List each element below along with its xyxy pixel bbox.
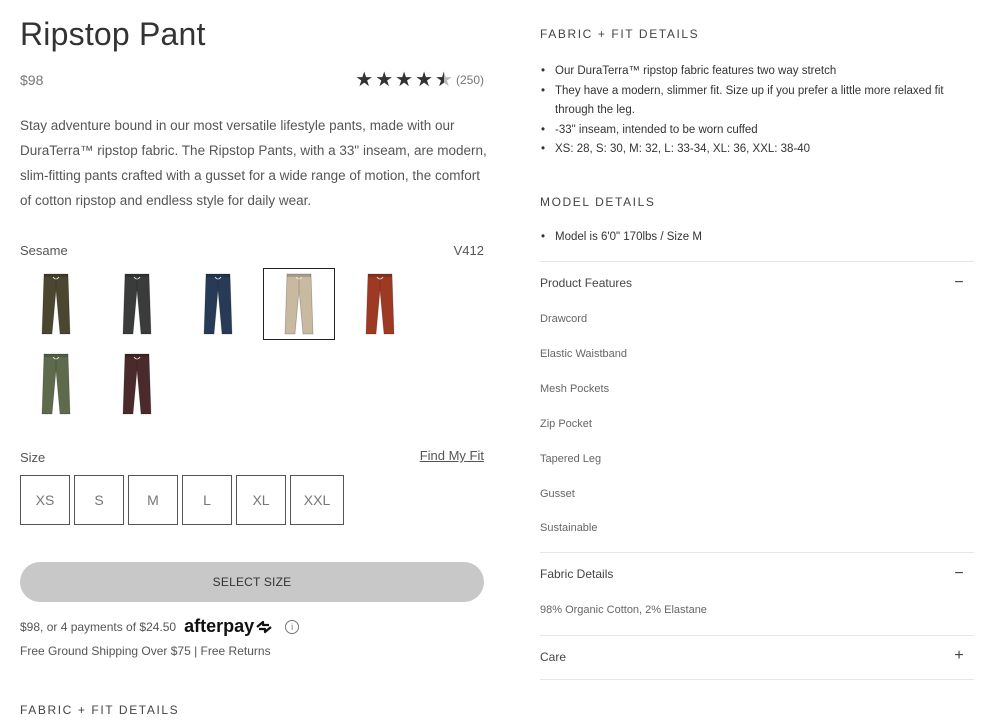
color-swatch-camo[interactable] — [20, 348, 92, 420]
rating-count[interactable]: (250) — [456, 73, 484, 87]
pant-icon — [122, 273, 152, 335]
fabric-details-content: 98% Organic Cotton, 2% Elastane — [540, 604, 707, 616]
size-option-xs[interactable]: XS — [20, 475, 70, 525]
selected-color-label: Sesame — [20, 243, 68, 258]
find-my-fit-link[interactable]: Find My Fit — [420, 448, 484, 463]
pant-icon — [41, 273, 71, 335]
color-swatch-charcoal[interactable] — [101, 268, 173, 340]
divider — [540, 261, 974, 262]
color-swatch-navy[interactable] — [182, 268, 254, 340]
afterpay-logo-text: afterpay — [184, 616, 255, 636]
feature-item: Gusset — [540, 488, 575, 500]
afterpay-arrows-icon — [256, 620, 272, 633]
pant-icon — [203, 273, 233, 335]
collapse-icon[interactable]: − — [952, 565, 966, 583]
size-option-m[interactable]: M — [128, 475, 178, 525]
star-icon: ★ — [415, 69, 434, 91]
afterpay-logo[interactable]: afterpay — [184, 616, 273, 637]
expand-icon[interactable]: + — [952, 647, 966, 665]
pant-icon — [365, 273, 395, 335]
color-swatch-burgundy[interactable] — [101, 348, 173, 420]
feature-item: Sustainable — [540, 522, 598, 534]
divider — [540, 552, 974, 553]
model-details-list: Model is 6'0" 170lbs / Size M — [540, 228, 960, 248]
star-icon: ★ — [375, 69, 394, 91]
size-label: Size — [20, 450, 46, 465]
care-toggle[interactable]: Care — [540, 650, 566, 664]
product-price: $98 — [20, 72, 44, 88]
pant-icon — [284, 273, 314, 335]
divider — [540, 679, 974, 680]
size-option-xxl[interactable]: XXL — [290, 475, 344, 525]
fabric-fit-list: Our DuraTerra™ ripstop fabric features t… — [540, 62, 960, 160]
afterpay-text: $98, or 4 payments of $24.50 — [20, 619, 177, 634]
fabric-fit-bullet: -33" inseam, intended to be worn cuffed — [540, 121, 960, 141]
pant-icon — [122, 353, 152, 415]
pant-icon — [41, 353, 71, 415]
rating[interactable]: ★ ★ ★ ★ ★★ (250) — [355, 70, 484, 90]
info-icon[interactable]: i — [285, 619, 300, 634]
feature-item: Zip Pocket — [540, 418, 592, 430]
afterpay-line: $98, or 4 payments of $24.50 afterpay i — [20, 616, 300, 637]
fabric-fit-heading: FABRIC + FIT DETAILS — [540, 27, 700, 41]
size-selector: XS S M L XL XXL — [20, 475, 344, 525]
feature-item: Tapered Leg — [540, 453, 602, 465]
fabric-details-toggle[interactable]: Fabric Details — [540, 567, 613, 581]
feature-item: Drawcord — [540, 313, 588, 325]
product-description: Stay adventure bound in our most versati… — [20, 118, 487, 208]
fabric-fit-heading-left: FABRIC + FIT DETAILS — [20, 703, 180, 717]
feature-item: Mesh Pockets — [540, 383, 610, 395]
color-swatch-olive[interactable] — [20, 268, 92, 340]
size-option-l[interactable]: L — [182, 475, 232, 525]
collapse-icon[interactable]: − — [952, 274, 966, 292]
sku-code: V412 — [453, 243, 484, 258]
product-features-toggle[interactable]: Product Features — [540, 276, 632, 290]
star-icon: ★ — [395, 69, 414, 91]
star-icon: ★ — [355, 69, 374, 91]
half-star-icon: ★★ — [435, 69, 453, 91]
fabric-fit-bullet: They have a modern, slimmer fit. Size up… — [540, 82, 960, 121]
model-details-bullet: Model is 6'0" 170lbs / Size M — [540, 228, 960, 248]
feature-item: Elastic Waistband — [540, 348, 628, 360]
model-details-heading: MODEL DETAILS — [540, 195, 656, 209]
fabric-fit-bullet: XS: 28, S: 30, M: 32, L: 33-34, XL: 36, … — [540, 140, 960, 160]
color-swatch-rust[interactable] — [344, 268, 416, 340]
size-option-xl[interactable]: XL — [236, 475, 286, 525]
color-swatch-sesame[interactable] — [263, 268, 335, 340]
select-size-button[interactable]: SELECT SIZE — [20, 562, 484, 602]
fabric-fit-bullet: Our DuraTerra™ ripstop fabric features t… — [540, 62, 960, 82]
size-option-s[interactable]: S — [74, 475, 124, 525]
product-title: Ripstop Pant — [20, 16, 206, 52]
divider — [540, 635, 974, 636]
shipping-note: Free Ground Shipping Over $75 | Free Ret… — [20, 644, 271, 658]
